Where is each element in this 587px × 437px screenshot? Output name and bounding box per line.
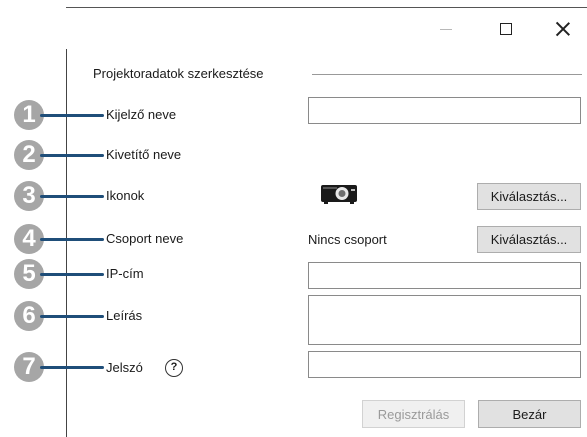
- icons-label: Ikonok: [106, 188, 145, 203]
- callout-7-leader: [40, 366, 104, 369]
- callout-6-leader: [40, 315, 104, 318]
- callout-4-leader: [40, 238, 104, 241]
- close-window-button[interactable]: [545, 14, 581, 44]
- description-label: Leírás: [106, 308, 143, 323]
- close-icon: [556, 22, 570, 36]
- minimize-button[interactable]: [428, 14, 464, 44]
- top-divider: [66, 7, 587, 8]
- display-name-label: Kijelző neve: [106, 107, 177, 122]
- description-textarea[interactable]: [308, 295, 581, 345]
- help-icon[interactable]: ?: [165, 359, 183, 377]
- group-name-value: Nincs csoport: [308, 232, 387, 247]
- group-name-label: Csoport neve: [106, 231, 184, 246]
- icon-select-button[interactable]: Kiválasztás...: [477, 183, 581, 210]
- password-label: Jelszó: [106, 360, 143, 375]
- projector-icon: [321, 185, 357, 204]
- display-name-input[interactable]: [308, 97, 581, 124]
- group-divider: [312, 74, 582, 75]
- callout-5-leader: [40, 273, 104, 276]
- ip-address-label: IP-cím: [106, 266, 144, 281]
- ip-address-input[interactable]: [308, 262, 581, 289]
- register-button[interactable]: Regisztrálás: [362, 400, 465, 428]
- callout-1-leader: [40, 114, 104, 117]
- left-divider: [66, 49, 67, 437]
- group-title: Projektoradatok szerkesztése: [93, 66, 264, 81]
- group-select-button[interactable]: Kiválasztás...: [477, 226, 581, 253]
- projector-name-label: Kivetítő neve: [106, 147, 182, 162]
- callout-3-leader: [40, 195, 104, 198]
- maximize-button[interactable]: [488, 14, 524, 44]
- close-button[interactable]: Bezár: [478, 400, 581, 428]
- maximize-icon: [500, 23, 512, 35]
- minimize-icon: [440, 28, 452, 30]
- callout-2-leader: [40, 154, 104, 157]
- password-input[interactable]: [308, 351, 581, 378]
